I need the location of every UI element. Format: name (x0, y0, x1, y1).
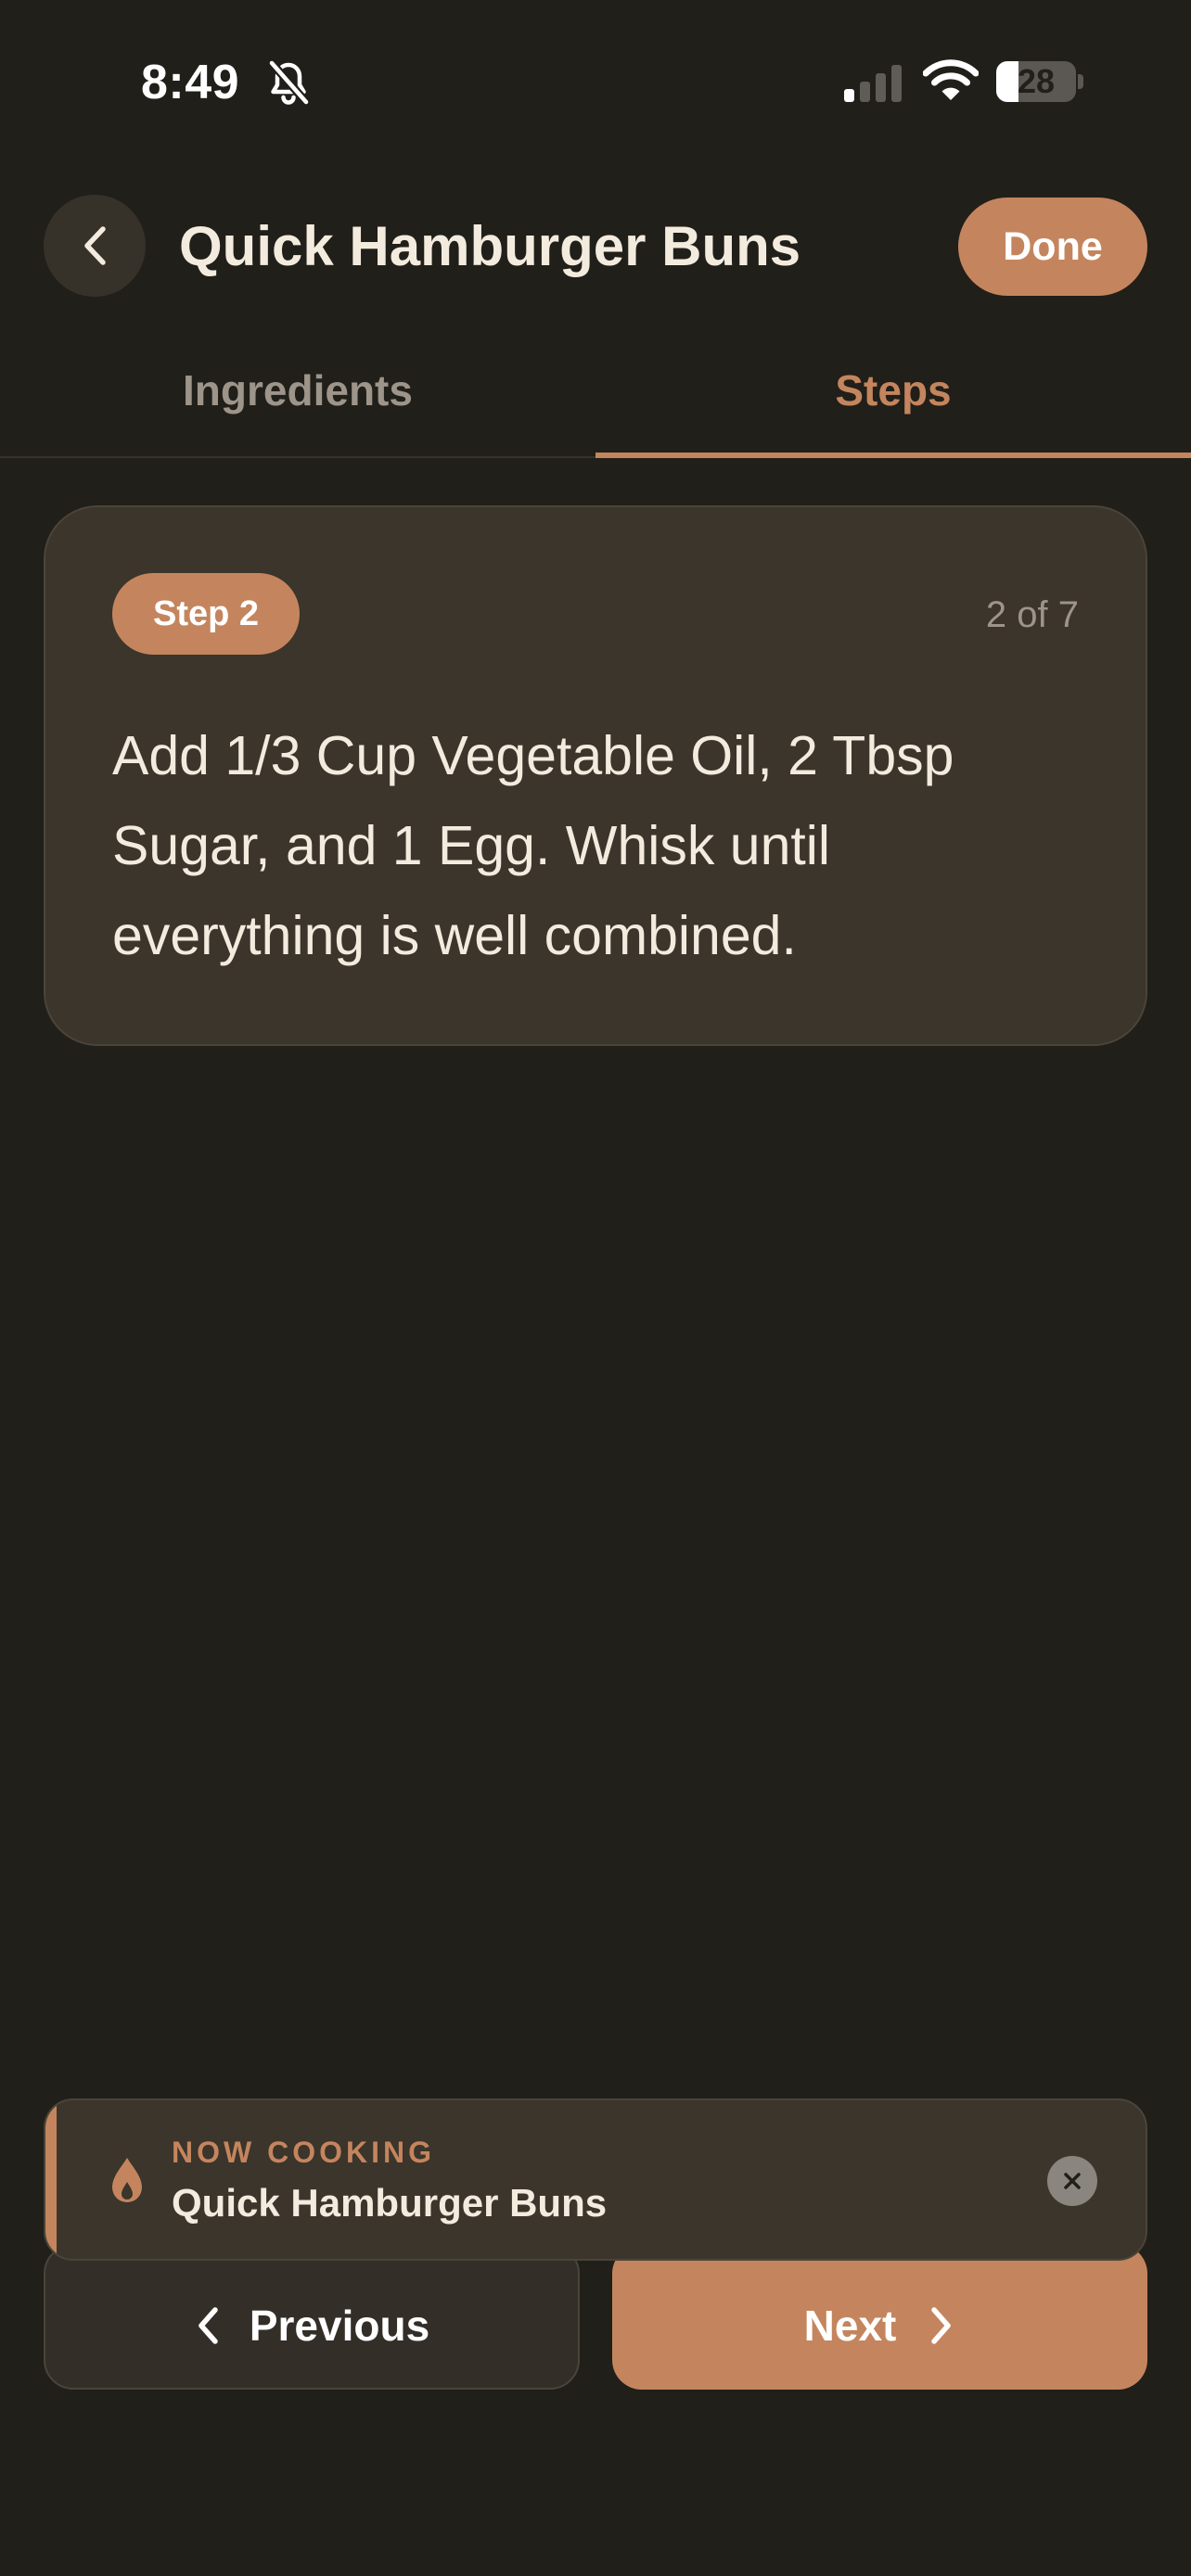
back-button[interactable] (44, 195, 146, 297)
cellular-signal-icon (844, 65, 902, 102)
step-badge: Step 2 (112, 573, 300, 655)
tab-steps[interactable]: Steps (596, 362, 1191, 419)
tab-ingredients[interactable]: Ingredients (0, 362, 596, 419)
next-label: Next (803, 2301, 897, 2350)
page-title: Quick Hamburger Buns (179, 215, 801, 277)
battery-level: 28 (1017, 62, 1056, 100)
now-cooking-label: NOW COOKING (172, 2136, 435, 2169)
close-banner-button[interactable] (1047, 2156, 1097, 2206)
chevron-left-icon (198, 2306, 218, 2344)
now-cooking-title: Quick Hamburger Buns (172, 2181, 608, 2225)
previous-button[interactable]: Previous (44, 2244, 580, 2390)
wifi-icon (923, 59, 979, 100)
chevron-left-icon (84, 226, 106, 265)
chevron-right-icon (931, 2306, 952, 2344)
step-card: Step 2 2 of 7 Add 1/3 Cup Vegetable Oil,… (44, 505, 1147, 1046)
step-counter: 2 of 7 (985, 594, 1079, 635)
bell-slash-icon (268, 60, 310, 105)
active-tab-indicator (596, 453, 1191, 458)
close-icon (1064, 2173, 1081, 2189)
banner-accent (45, 2100, 57, 2259)
done-button[interactable]: Done (958, 198, 1147, 296)
status-time: 8:49 (141, 56, 240, 109)
flame-icon (112, 2158, 142, 2202)
now-cooking-banner[interactable]: NOW COOKING Quick Hamburger Buns (44, 2098, 1147, 2261)
step-instruction: Add 1/3 Cup Vegetable Oil, 2 Tbsp Sugar,… (112, 725, 954, 966)
previous-label: Previous (249, 2301, 430, 2350)
battery-icon: 28 (996, 61, 1083, 102)
next-button[interactable]: Next (612, 2244, 1147, 2390)
